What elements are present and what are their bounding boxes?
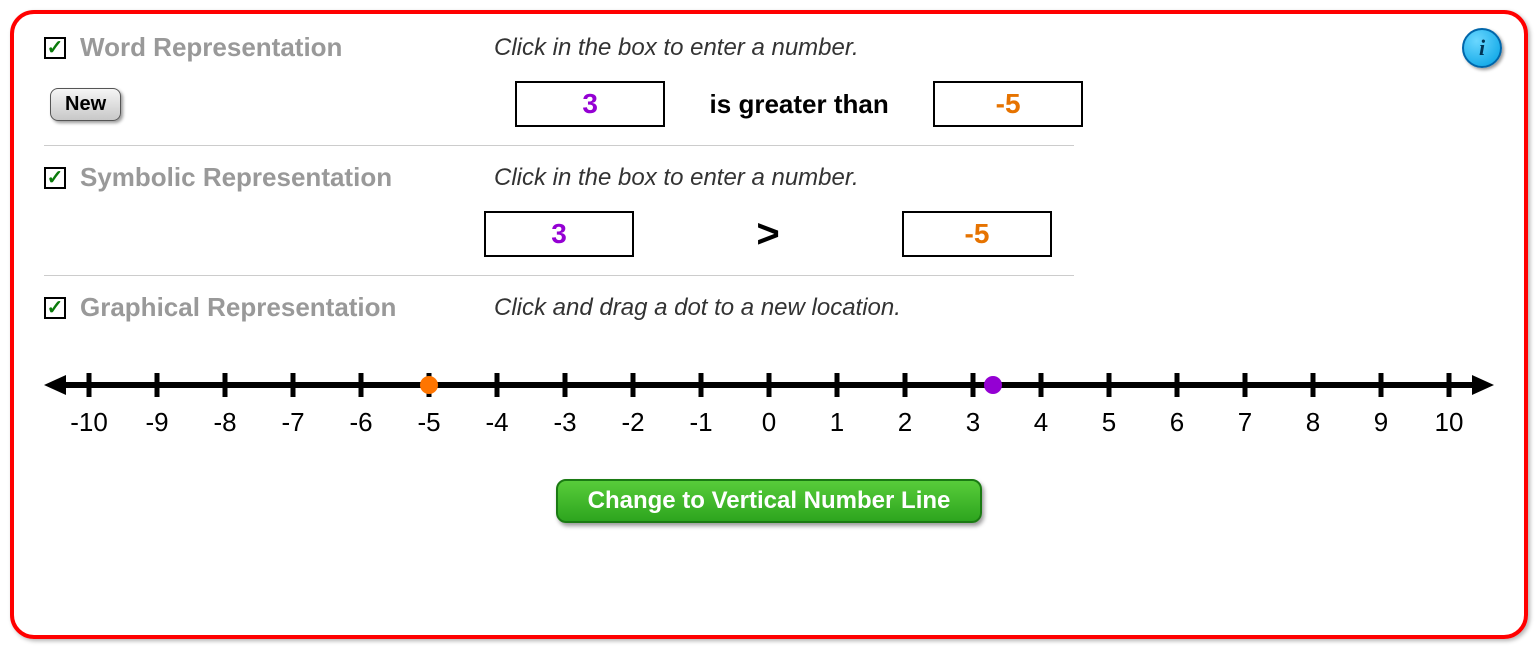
tick-label: -3 [553,407,576,438]
word-section-hint: Click in the box to enter a number. [494,34,859,62]
info-icon: i [1479,35,1485,61]
number-line-dot-purple[interactable] [984,376,1002,394]
tick-label: -9 [145,407,168,438]
tick-label: 9 [1374,407,1388,438]
check-icon: ✓ [47,38,64,58]
symbolic-checkbox[interactable]: ✓ [44,167,66,189]
tick-label: -1 [689,407,712,438]
tick-label: 4 [1034,407,1048,438]
tick-label: -10 [70,407,108,438]
tick-label: -7 [281,407,304,438]
tick-label: 6 [1170,407,1184,438]
graphical-checkbox[interactable]: ✓ [44,297,66,319]
tick-label: 5 [1102,407,1116,438]
tick-label: 8 [1306,407,1320,438]
tick-label: -6 [349,407,372,438]
tick-label: 3 [966,407,980,438]
tick-label: 0 [762,407,776,438]
tick-label: 7 [1238,407,1252,438]
symbolic-section-hint: Click in the box to enter a number. [494,164,859,192]
tick-label: -2 [621,407,644,438]
tick-label: 10 [1435,407,1464,438]
symbolic-left-input[interactable]: 3 [484,211,634,257]
number-line-dot-orange[interactable] [420,376,438,394]
divider-1 [44,145,1074,146]
info-button[interactable]: i [1462,28,1502,68]
tick-label: -5 [417,407,440,438]
graphical-section-title: Graphical Representation [80,292,480,323]
word-checkbox[interactable]: ✓ [44,37,66,59]
graphical-section-header: ✓ Graphical Representation Click and dra… [44,292,1494,323]
tick-label: 1 [830,407,844,438]
word-section-header: ✓ Word Representation Click in the box t… [44,32,1494,63]
word-row: New 3 is greater than -5 [44,81,1494,127]
main-panel: i ✓ Word Representation Click in the box… [10,10,1528,639]
tick-label: -4 [485,407,508,438]
symbolic-section-header: ✓ Symbolic Representation Click in the b… [44,162,1494,193]
word-comparison-text: is greater than [689,89,909,120]
symbolic-comparison-symbol: > [658,212,878,257]
tick-label: -8 [213,407,236,438]
new-button[interactable]: New [50,88,121,121]
check-icon: ✓ [47,168,64,188]
tick-label: 2 [898,407,912,438]
change-orientation-button[interactable]: Change to Vertical Number Line [556,479,983,523]
word-section-title: Word Representation [80,32,480,63]
symbolic-row: 3 > -5 [44,211,1494,257]
graphical-section-hint: Click and drag a dot to a new location. [494,294,901,322]
number-line: -10-9-8-7-6-5-4-3-2-1012345678910 [44,363,1494,453]
symbolic-right-input[interactable]: -5 [902,211,1052,257]
check-icon: ✓ [47,298,64,318]
number-line-axis [44,363,1494,403]
word-right-input[interactable]: -5 [933,81,1083,127]
symbolic-section-title: Symbolic Representation [80,162,480,193]
divider-2 [44,275,1074,276]
word-left-input[interactable]: 3 [515,81,665,127]
